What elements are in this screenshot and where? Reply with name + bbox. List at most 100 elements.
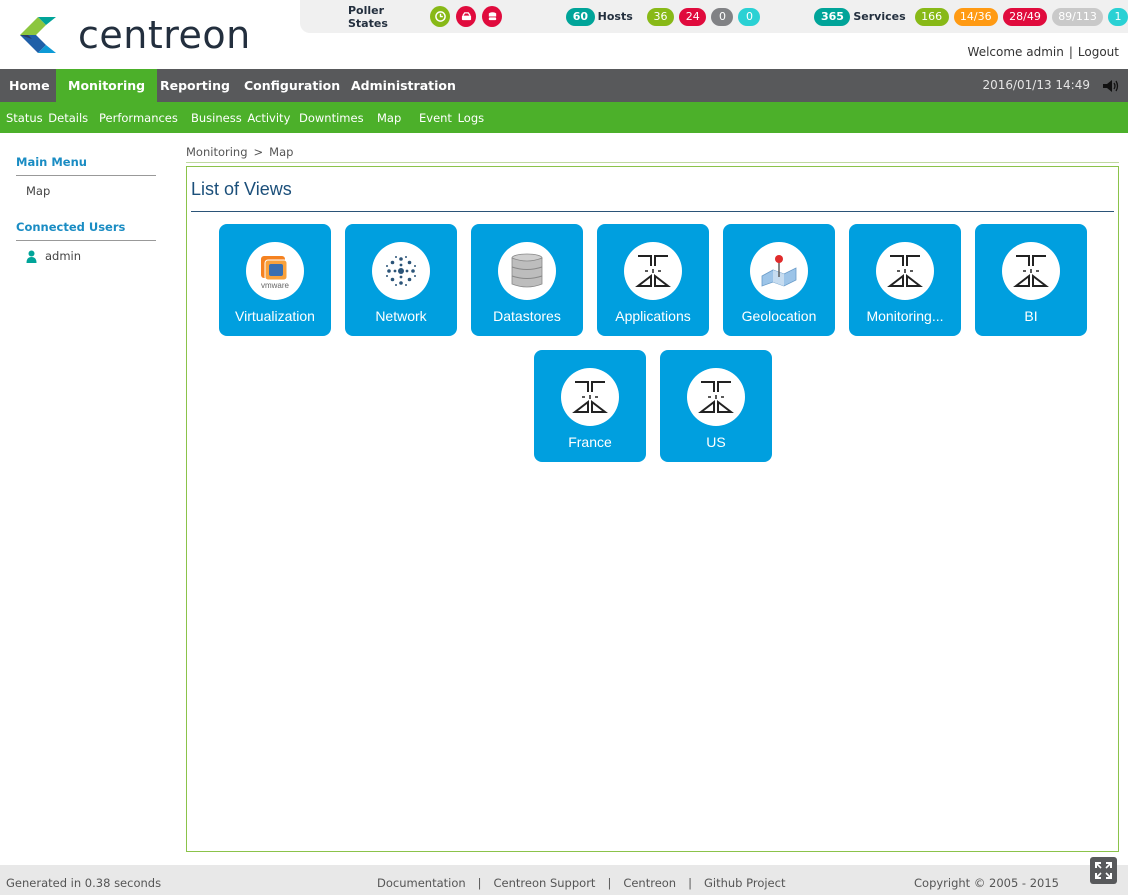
view-tile-label: US (706, 434, 726, 450)
hosts-unreachable-badge[interactable]: 0 (711, 7, 734, 26)
sidebar: Main Menu Map Connected Users admin (16, 150, 156, 271)
separator: | (688, 876, 692, 890)
connected-user-admin: admin (16, 241, 156, 271)
map-pin-icon (761, 255, 797, 287)
subnav-downtimes[interactable]: Downtimes (299, 102, 364, 134)
view-icon (635, 255, 671, 287)
status-bar: Poller States 60 Hosts 36 24 0 0 365 Ser… (300, 0, 1128, 33)
brand-name: centreon (78, 13, 251, 57)
subnav-performances[interactable]: Performances (99, 102, 178, 134)
hosts-pending-badge[interactable]: 0 (738, 7, 761, 26)
view-tile-virtualization[interactable]: vmware Virtualization (219, 224, 331, 336)
nav-monitoring[interactable]: Monitoring (56, 69, 158, 102)
breadcrumb-separator: > (253, 145, 264, 159)
services-total-badge[interactable]: 365 (814, 7, 851, 26)
current-datetime: 2016/01/13 14:49 (982, 78, 1090, 92)
fullscreen-button[interactable] (1090, 857, 1117, 884)
user-area: Welcome admin | Logout (968, 45, 1119, 59)
view-icon (1013, 255, 1049, 287)
footer-link-documentation[interactable]: Documentation (377, 876, 466, 890)
hosts-up-badge[interactable]: 36 (646, 7, 675, 26)
view-tile-label: Datastores (493, 308, 561, 324)
poller-latency-icon[interactable] (430, 6, 451, 27)
nav-reporting[interactable]: Reporting (148, 69, 242, 102)
logout-link[interactable]: Logout (1078, 45, 1119, 59)
subnav-business-activity[interactable]: Business Activity (191, 102, 290, 134)
expand-icon (1095, 862, 1112, 879)
view-tile-applications[interactable]: Applications (597, 224, 709, 336)
view-icon-container (561, 368, 619, 426)
footer-link-centreon[interactable]: Centreon (623, 876, 676, 890)
breadcrumb: Monitoring > Map (186, 145, 1119, 163)
services-critical-badge[interactable]: 28/49 (1002, 7, 1048, 26)
connected-users-title: Connected Users (16, 220, 156, 241)
main-menu-title: Main Menu (16, 155, 156, 176)
hosts-total-badge[interactable]: 60 (566, 7, 595, 26)
main-content: List of Views vmware Virtualization Netw… (186, 166, 1119, 852)
view-icon-container (624, 242, 682, 300)
footer-links: Documentation | Centreon Support | Centreon |… (377, 876, 785, 890)
view-icon-container (1002, 242, 1060, 300)
view-icon-container (498, 242, 556, 300)
sound-icon[interactable] (1102, 79, 1119, 93)
poller-stack-icon[interactable] (482, 6, 503, 27)
footer: Generated in 0.38 seconds Documentation |… (0, 857, 1128, 895)
subnav-status-details[interactable]: Status Details (6, 102, 88, 134)
subnav-event-logs[interactable]: Event Logs (419, 102, 484, 134)
view-tile-label: Monitoring... (866, 308, 944, 324)
services-ok-badge[interactable]: 166 (914, 7, 949, 26)
view-tile-label: France (568, 434, 612, 450)
view-tile-monitoring[interactable]: Monitoring... (849, 224, 961, 336)
view-icon (572, 381, 608, 413)
hosts-down-badge[interactable]: 24 (679, 7, 707, 26)
view-tile-bi[interactable]: BI (975, 224, 1087, 336)
view-icon-container (687, 368, 745, 426)
generation-time: Generated in 0.38 seconds (6, 876, 162, 890)
poller-database-icon[interactable] (456, 6, 477, 27)
main-navigation: Home Monitoring Reporting Configuration … (0, 69, 1128, 102)
services-warning-badge[interactable]: 14/36 (953, 7, 998, 26)
services-label: Services (853, 10, 906, 23)
network-icon (386, 256, 416, 286)
footer-link-centreon-support[interactable]: Centreon Support (494, 876, 596, 890)
separator: | (477, 876, 482, 890)
view-icon-container (750, 242, 808, 300)
separator: | (1068, 45, 1073, 59)
services-unknown-badge[interactable]: 89/113 (1052, 7, 1103, 26)
centreon-logo-icon (20, 17, 56, 53)
svg-text:vmware: vmware (261, 281, 290, 290)
view-icon-container: vmware (246, 242, 304, 300)
vmware-icon: vmware (261, 256, 290, 290)
separator: | (607, 876, 612, 890)
view-icon (698, 381, 734, 413)
view-tile-datastores[interactable]: Datastores (471, 224, 583, 336)
sub-navigation: Status Details Performances Business Act… (0, 102, 1128, 133)
subnav-map[interactable]: Map (377, 102, 401, 134)
header: centreon Poller States 60 Hosts 36 24 0 … (0, 0, 1128, 69)
view-icon-container (372, 242, 430, 300)
view-tile-label: Applications (615, 308, 691, 324)
breadcrumb-map[interactable]: Map (269, 145, 293, 159)
breadcrumb-monitoring[interactable]: Monitoring (186, 145, 248, 159)
view-icon (887, 255, 923, 287)
poller-states-label: Poller States (348, 3, 388, 30)
connected-user-label: admin (45, 249, 82, 263)
sidebar-item-label: Map (26, 184, 51, 198)
view-tile-geolocation[interactable]: Geolocation (723, 224, 835, 336)
page-title: List of Views (191, 179, 1114, 212)
centreon-logo[interactable]: centreon (16, 12, 251, 58)
services-pending-badge[interactable]: 1 (1107, 7, 1128, 26)
sidebar-item-map[interactable]: Map (16, 176, 156, 206)
view-tile-label: Virtualization (235, 308, 315, 324)
view-tile-label: Geolocation (741, 308, 817, 324)
nav-configuration[interactable]: Configuration (232, 69, 352, 102)
nav-administration[interactable]: Administration (339, 69, 468, 102)
footer-link-github-project[interactable]: Github Project (704, 876, 786, 890)
hosts-label: Hosts (597, 10, 633, 23)
copyright: Copyright © 2005 - 2015 (914, 876, 1059, 890)
view-tile-us[interactable]: US (660, 350, 772, 462)
nav-home[interactable]: Home (0, 69, 62, 102)
view-tile-network[interactable]: Network (345, 224, 457, 336)
database-icon (511, 253, 543, 288)
view-tile-france[interactable]: France (534, 350, 646, 462)
